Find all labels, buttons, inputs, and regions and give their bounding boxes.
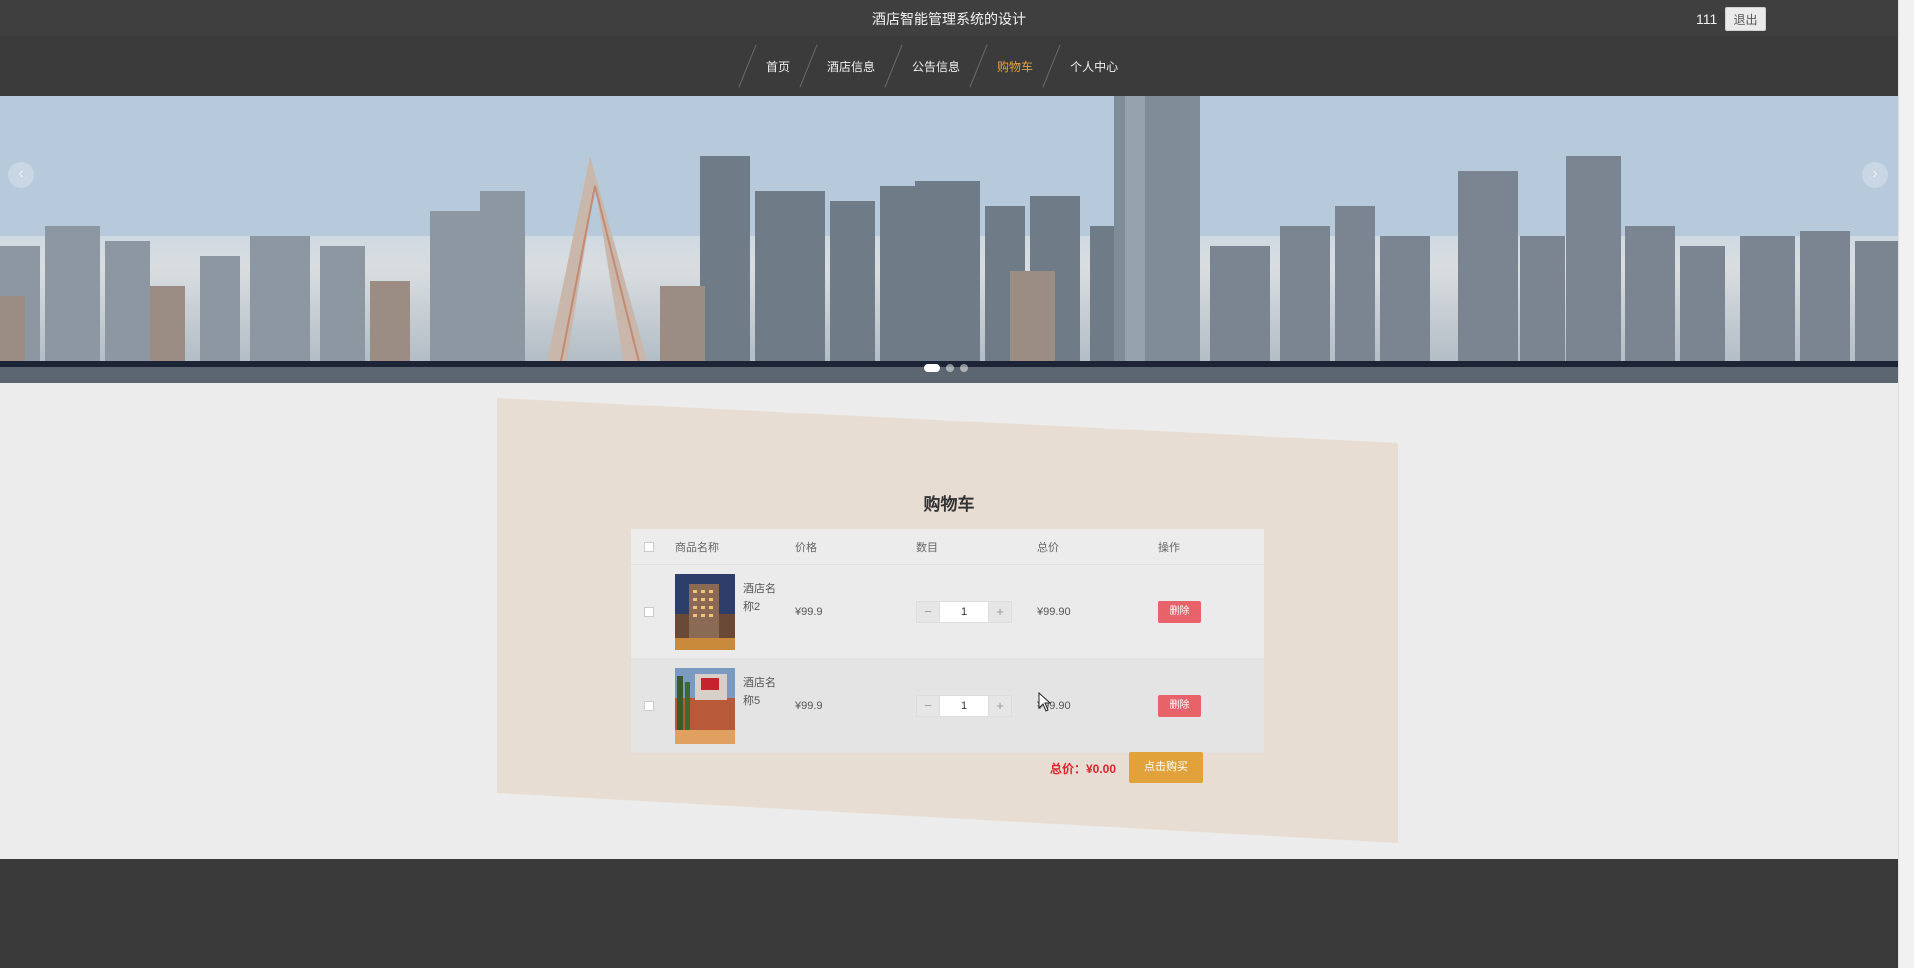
quantity-cell: − 1 + bbox=[916, 694, 1037, 717]
carousel-dot-3[interactable] bbox=[960, 364, 968, 372]
page: 酒店智能管理系统的设计 111 退出 首页 酒店信息 公告信息 购物车 个人中心 bbox=[0, 0, 1914, 968]
item-price: ¥99.9 bbox=[795, 699, 823, 712]
table-row: 酒店名称5 ¥99.9 − 1 + ¥99.90 删除 bbox=[631, 659, 1264, 753]
hotel-name[interactable]: 酒店名称5 bbox=[743, 674, 779, 710]
row-checkbox[interactable] bbox=[644, 606, 654, 617]
cart-total: 总价：¥0.00 bbox=[1050, 762, 1117, 776]
table-row: 酒店名称2 ¥99.9 − 1 + ¥99.90 删除 bbox=[631, 565, 1264, 659]
decrease-button[interactable]: − bbox=[917, 601, 939, 622]
product-cell: 酒店名称2 bbox=[675, 573, 795, 650]
quantity-input[interactable]: 1 bbox=[939, 695, 989, 716]
hotel-thumbnail[interactable] bbox=[675, 667, 735, 744]
top-bar: 酒店智能管理系统的设计 111 退出 bbox=[0, 0, 1898, 36]
header-product-name: 商品名称 bbox=[675, 541, 719, 554]
decrease-button[interactable]: − bbox=[917, 695, 939, 716]
increase-button[interactable]: + bbox=[989, 695, 1011, 716]
cart-title: 购物车 bbox=[923, 495, 975, 514]
item-total: ¥99.90 bbox=[1037, 605, 1071, 618]
carousel-prev-icon[interactable]: ‹ bbox=[8, 162, 34, 188]
quantity-stepper: − 1 + bbox=[916, 694, 1012, 717]
nav-item-home[interactable]: 首页 bbox=[750, 58, 806, 75]
product-cell: 酒店名称5 bbox=[675, 667, 795, 744]
carousel-dot-2[interactable] bbox=[946, 364, 954, 372]
main-nav: 首页 酒店信息 公告信息 购物车 个人中心 bbox=[0, 36, 1898, 96]
mouse-cursor-icon bbox=[1038, 692, 1052, 712]
footer bbox=[0, 859, 1898, 968]
quantity-cell: − 1 + bbox=[916, 600, 1037, 623]
nav-item-hotel-info[interactable]: 酒店信息 bbox=[811, 58, 891, 75]
increase-button[interactable]: + bbox=[989, 601, 1011, 622]
operation-cell: 删除 bbox=[1158, 600, 1238, 623]
hotel-name[interactable]: 酒店名称2 bbox=[743, 580, 779, 616]
quantity-input[interactable]: 1 bbox=[939, 601, 989, 622]
header-quantity: 数目 bbox=[916, 541, 938, 554]
delete-button[interactable]: 删除 bbox=[1158, 600, 1201, 623]
hotel-thumbnail[interactable] bbox=[675, 573, 735, 650]
nav-item-profile[interactable]: 个人中心 bbox=[1054, 58, 1134, 75]
operation-cell: 删除 bbox=[1158, 694, 1238, 717]
city-skyline-image bbox=[0, 96, 1898, 383]
username: 111 bbox=[1696, 11, 1718, 27]
carousel-indicators bbox=[924, 364, 968, 372]
banner-carousel: ‹ › bbox=[0, 96, 1898, 383]
delete-button[interactable]: 删除 bbox=[1158, 694, 1201, 717]
item-price: ¥99.9 bbox=[795, 605, 823, 618]
carousel-next-icon[interactable]: › bbox=[1862, 162, 1888, 188]
logout-button[interactable]: 退出 bbox=[1725, 7, 1766, 31]
page-scrollbar[interactable] bbox=[1898, 0, 1914, 968]
nav-list: 首页 酒店信息 公告信息 购物车 个人中心 bbox=[738, 36, 1134, 96]
cart-table-header: 商品名称 价格 数目 总价 操作 bbox=[631, 529, 1264, 565]
site-title: 酒店智能管理系统的设计 bbox=[872, 11, 1026, 27]
header-total: 总价 bbox=[1037, 541, 1059, 554]
item-total: ¥99.90 bbox=[1037, 699, 1071, 712]
header-price: 价格 bbox=[795, 541, 817, 554]
quantity-stepper: − 1 + bbox=[916, 600, 1012, 623]
buy-button[interactable]: 点击购买 bbox=[1129, 752, 1203, 783]
carousel-dot-1[interactable] bbox=[924, 364, 940, 372]
nav-item-announcements[interactable]: 公告信息 bbox=[896, 58, 976, 75]
header-operation: 操作 bbox=[1158, 541, 1180, 554]
row-checkbox[interactable] bbox=[644, 700, 654, 711]
select-all-checkbox[interactable] bbox=[644, 541, 654, 552]
nav-item-cart[interactable]: 购物车 bbox=[981, 58, 1049, 75]
cart-table: 商品名称 价格 数目 总价 操作 酒店名称2 ¥99.9 − 1 + ¥99.9… bbox=[631, 529, 1264, 753]
